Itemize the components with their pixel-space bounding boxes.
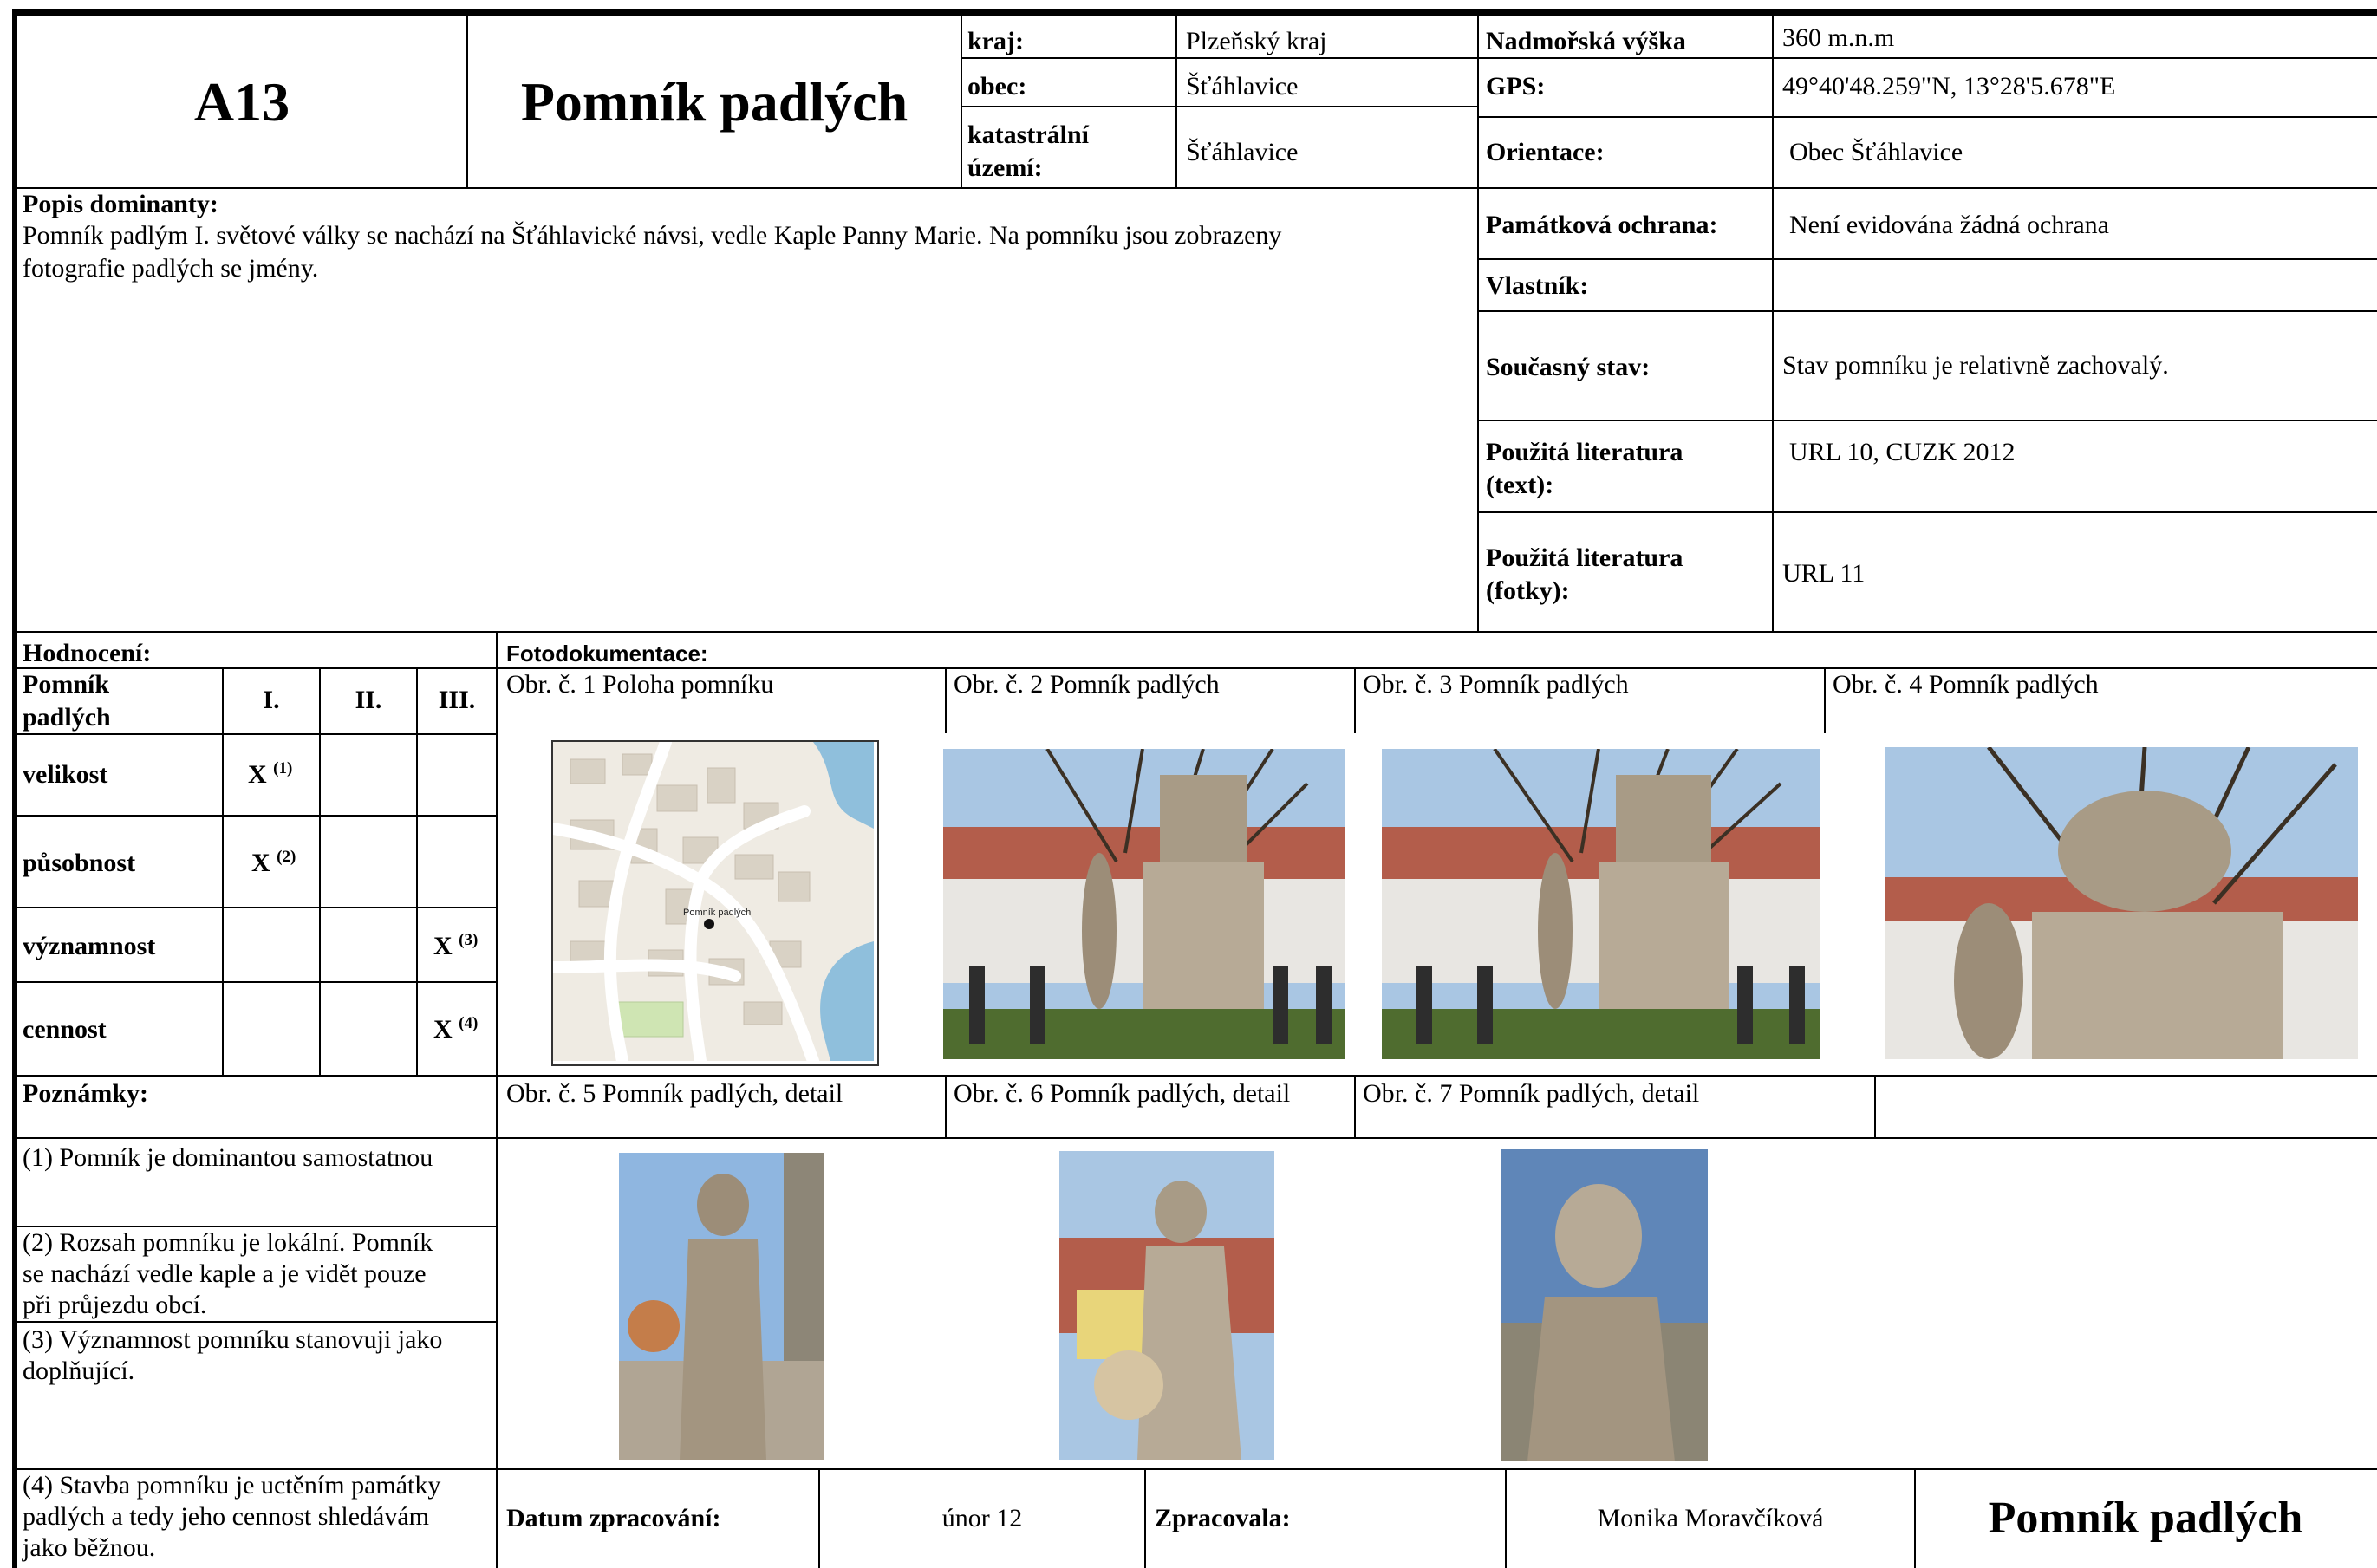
stav-label: Současný stav: [1486, 353, 1651, 381]
hodnoceni-label: Hodnocení: [23, 639, 152, 667]
lit-foto-value: URL 11 [1782, 559, 1866, 588]
caption-5: Obr. č. 5 Pomník padlých, detail [506, 1079, 843, 1108]
mark-cennost: X (4) [433, 1014, 479, 1044]
row-pusobnost: působnost [23, 849, 136, 877]
lit-text-label-1: Použitá literatura [1486, 438, 1683, 466]
photo-6 [1059, 1151, 1274, 1460]
kraj-label: kraj: [967, 27, 1024, 55]
katastr-label-2: území: [967, 153, 1043, 182]
hodnoceni-col-II: II. [355, 686, 382, 714]
row-velikost: velikost [23, 760, 108, 789]
hodnoceni-col-I: I. [263, 686, 280, 714]
gps-label: GPS: [1486, 72, 1546, 101]
orientace-value: Obec Šťáhlavice [1789, 138, 1963, 166]
note-3-line-1: (3) Významnost pomníku stanovuji jako [23, 1325, 443, 1354]
photo-2 [943, 749, 1345, 1059]
lit-text-value: URL 10, CUZK 2012 [1789, 438, 2016, 466]
page-title: Pomník padlých [520, 71, 908, 133]
row-vyznamnost: významnost [23, 932, 156, 960]
orientace-label: Orientace: [1486, 138, 1605, 166]
photo-7 [1501, 1149, 1708, 1461]
popis-line-2: fotografie padlých se jmény. [23, 254, 319, 283]
hodnoceni-corner-2: padlých [23, 703, 111, 732]
note-ref-3: (3) [459, 931, 479, 949]
note-2-line-2: se nachází vedle kaple a je vidět pouze [23, 1259, 427, 1288]
note-ref-1: (1) [273, 759, 293, 777]
caption-4: Obr. č. 4 Pomník padlých [1833, 670, 2099, 699]
record-code: A13 [193, 71, 290, 133]
katastr-label-1: katastrální [967, 120, 1090, 149]
mark-velikost: X (1) [248, 759, 293, 789]
map-marker-label: Pomník padlých [683, 908, 751, 918]
note-2-line-3: při průjezdu obcí. [23, 1291, 207, 1319]
caption-2: Obr. č. 2 Pomník padlých [954, 670, 1220, 699]
row-cennost: cennost [23, 1015, 107, 1044]
vyska-value: 360 m.n.m [1782, 23, 1895, 52]
popis-line-1: Pomník padlým I. světové války se nacház… [23, 221, 1282, 250]
photo-3 [1382, 749, 1820, 1059]
gps-value: 49°40'48.259"N, 13°28'5.678"E [1782, 72, 2116, 101]
hodnoceni-corner-1: Pomník [23, 670, 110, 699]
note-ref-2: (2) [277, 848, 296, 866]
note-1: (1) Pomník je dominantou samostatnou [23, 1143, 433, 1172]
note-3-line-2: doplňující. [23, 1357, 135, 1385]
note-4-line-3: jako běžnou. [23, 1533, 156, 1562]
note-ref-4: (4) [459, 1014, 479, 1032]
zpracovala-value: Monika Moravčíková [1597, 1504, 1824, 1532]
mark-pusobnost: X (2) [251, 848, 296, 877]
zpracovala-label: Zpracovala: [1155, 1504, 1291, 1532]
note-4-line-1: (4) Stavba pomníku je uctěním památky [23, 1471, 441, 1500]
lit-text-label-2: (text): [1486, 471, 1554, 499]
obec-value: Šťáhlavice [1186, 72, 1299, 101]
caption-3: Obr. č. 3 Pomník padlých [1363, 670, 1629, 699]
photo-4 [1885, 747, 2358, 1059]
datum-label: Datum zpracování: [506, 1504, 721, 1532]
caption-1: Obr. č. 1 Poloha pomníku [506, 670, 774, 699]
poznamky-label: Poznámky: [23, 1079, 148, 1108]
stav-value: Stav pomníku je relativně zachovalý. [1782, 351, 2169, 380]
lit-foto-label-1: Použitá literatura [1486, 543, 1683, 572]
vyska-label: Nadmořská výška [1486, 27, 1686, 55]
caption-6: Obr. č. 6 Pomník padlých, detail [954, 1079, 1291, 1108]
vlastnik-label: Vlastník: [1486, 271, 1589, 300]
popis-label: Popis dominanty: [23, 190, 218, 218]
katastr-value: Šťáhlavice [1186, 138, 1299, 166]
kraj-value: Plzeňský kraj [1186, 27, 1327, 55]
foto-label: Fotodokumentace: [506, 641, 708, 667]
note-4-line-2: padlých a tedy jeho cennost shledávám [23, 1502, 430, 1531]
obec-label: obec: [967, 72, 1027, 101]
note-2-line-1: (2) Rozsah pomníku je lokální. Pomník [23, 1228, 433, 1257]
ochrana-label: Památková ochrana: [1486, 211, 1718, 239]
hodnoceni-col-III: III. [438, 686, 476, 714]
ochrana-value: Není evidována žádná ochrana [1789, 211, 2109, 239]
footer-title: Pomník padlých [1988, 1493, 2303, 1543]
caption-7: Obr. č. 7 Pomník padlých, detail [1363, 1079, 1700, 1108]
lit-foto-label-2: (fotky): [1486, 576, 1570, 605]
photo-5 [619, 1153, 824, 1460]
mark-vyznamnost: X (3) [433, 931, 479, 960]
location-map: Pomník padlých [551, 740, 879, 1066]
datum-value: únor 12 [941, 1504, 1023, 1532]
